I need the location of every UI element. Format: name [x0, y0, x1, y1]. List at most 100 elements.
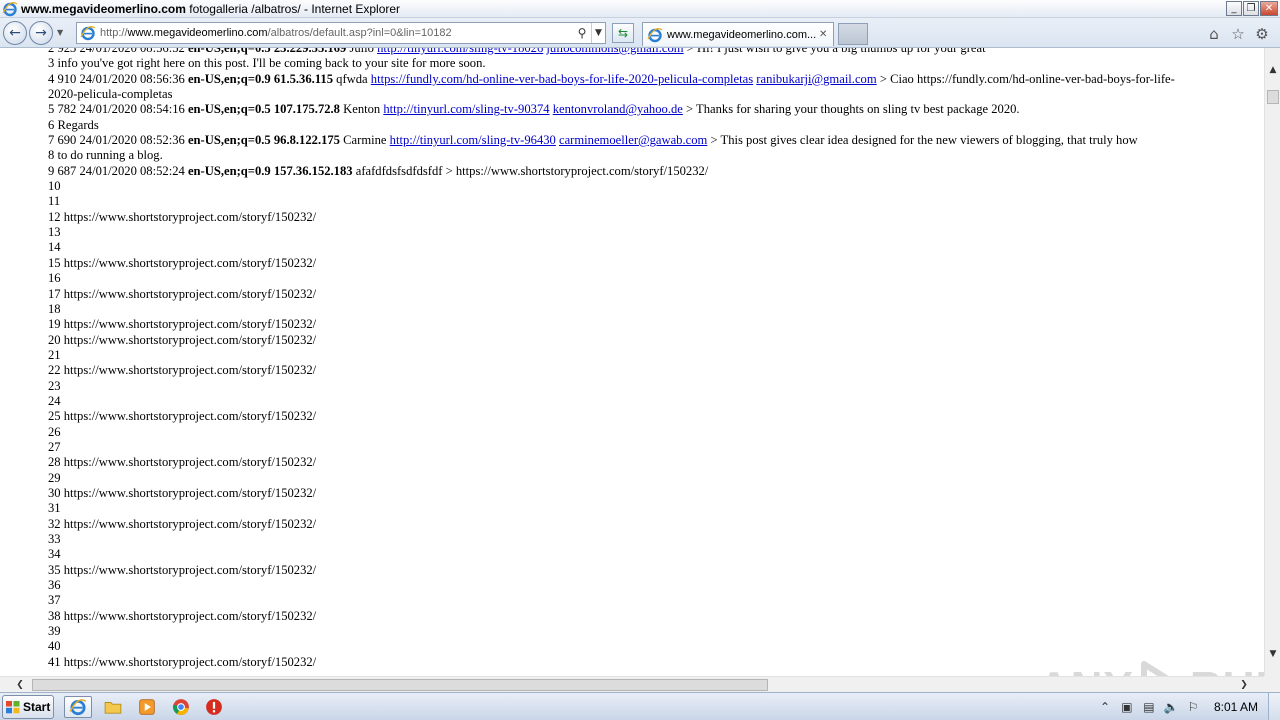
- clock[interactable]: 8:01 AM: [1214, 700, 1258, 714]
- forward-arrow-icon: →: [35, 25, 47, 41]
- scroll-right-icon[interactable]: ❯: [1236, 677, 1252, 693]
- line-number: 2: [48, 48, 55, 55]
- address-url[interactable]: http://www.megavideomerlino.com/albatros…: [100, 27, 573, 39]
- text-line: 8 to do running a blog.: [48, 148, 1248, 163]
- text-line: 2 923 24/01/2020 08:56:52 en-US,en;q=0.5…: [48, 48, 1248, 56]
- entry-text: https://www.shortstoryproject.com/storyf…: [63, 363, 317, 378]
- entry-text: https://www.shortstoryproject.com/storyf…: [63, 516, 317, 531]
- browser-tab[interactable]: www.megavideomerlino.com... ✕: [642, 22, 834, 46]
- entry-text: 2020-pelicula-completas: [48, 87, 173, 102]
- entry-author: qfwda: [336, 71, 368, 86]
- speaker-icon[interactable]: 🔈: [1160, 697, 1182, 717]
- minimize-button[interactable]: _: [1226, 1, 1242, 16]
- refresh-icon: ⇆: [617, 26, 629, 40]
- text-line: 33: [48, 532, 1248, 547]
- taskbar-internet-explorer[interactable]: [64, 696, 92, 718]
- horizontal-scrollbar[interactable]: ❮ ❯: [0, 676, 1264, 692]
- entry-link[interactable]: https://fundly.com/hd-online-ver-bad-boy…: [371, 72, 753, 86]
- line-number: 27: [48, 439, 61, 454]
- line-number: 38: [48, 608, 61, 623]
- entry-link[interactable]: http://tinyurl.com/sling-tv-18026: [377, 48, 543, 55]
- windows-logo-icon: [6, 701, 20, 714]
- start-button[interactable]: Start: [2, 695, 54, 719]
- entry-text: https://www.shortstoryproject.com/storyf…: [63, 209, 317, 224]
- line-number: 10: [48, 179, 61, 194]
- text-line: 4 910 24/01/2020 08:56:36 en-US,en;q=0.9…: [48, 72, 1248, 87]
- text-line: 37: [48, 593, 1248, 608]
- vertical-scrollbar[interactable]: ▲ ▼: [1264, 48, 1280, 676]
- taskbar-explorer[interactable]: [99, 696, 127, 718]
- refresh-button[interactable]: ⇆: [612, 23, 634, 43]
- entry-text: > Thanks for sharing your thoughts on sl…: [686, 102, 1020, 117]
- line-number: 6: [48, 117, 55, 132]
- line-number: 36: [48, 578, 61, 593]
- vertical-scroll-thumb[interactable]: [1267, 90, 1279, 104]
- forward-button[interactable]: →: [29, 21, 53, 45]
- entry-language: en-US,en;q=0.5: [187, 133, 271, 148]
- text-line: 27: [48, 440, 1248, 455]
- line-number: 19: [48, 317, 61, 332]
- entry-datetime: 687 24/01/2020 08:52:24: [57, 163, 185, 178]
- entry-text: info you've got right here on this post.…: [57, 56, 486, 71]
- close-button[interactable]: ✕: [1260, 1, 1278, 16]
- text-line: 22 https://www.shortstoryproject.com/sto…: [48, 363, 1248, 378]
- line-number: 20: [48, 332, 61, 347]
- line-number: 31: [48, 501, 61, 516]
- back-button[interactable]: ←: [3, 21, 27, 45]
- scroll-down-icon[interactable]: ▼: [1265, 646, 1280, 662]
- scroll-up-icon[interactable]: ▲: [1265, 62, 1280, 78]
- line-number: 17: [48, 286, 61, 301]
- entry-email[interactable]: juliocommons@gmail.com: [546, 48, 683, 55]
- text-line: 19 https://www.shortstoryproject.com/sto…: [48, 317, 1248, 332]
- monitor-icon[interactable]: ▤: [1138, 697, 1160, 717]
- star-icon[interactable]: ☆: [1229, 25, 1247, 43]
- address-dropdown-icon[interactable]: ▼: [591, 23, 605, 43]
- media-player-icon: [139, 699, 155, 715]
- line-number: 13: [48, 225, 61, 240]
- line-number: 21: [48, 347, 61, 362]
- internet-explorer-icon: [69, 699, 87, 716]
- show-desktop-button[interactable]: [1268, 693, 1280, 720]
- text-line: 32 https://www.shortstoryproject.com/sto…: [48, 517, 1248, 532]
- taskbar-media-player[interactable]: [133, 696, 161, 718]
- chrome-icon: [172, 699, 189, 715]
- recent-pages-dropdown[interactable]: ▼: [57, 28, 63, 37]
- entry-text: https://www.shortstoryproject.com/storyf…: [63, 485, 317, 500]
- action-center-flag-icon[interactable]: ⚐: [1182, 697, 1204, 717]
- entry-link[interactable]: http://tinyurl.com/sling-tv-90374: [383, 102, 549, 116]
- entry-text: https://www.shortstoryproject.com/storyf…: [63, 562, 317, 577]
- entry-link[interactable]: http://tinyurl.com/sling-tv-96430: [390, 133, 556, 147]
- entry-email[interactable]: kentonvroland@yahoo.de: [553, 102, 683, 116]
- line-number: 3: [48, 56, 55, 71]
- text-line: 31: [48, 501, 1248, 516]
- entry-email[interactable]: carminemoeller@gawab.com: [559, 133, 707, 147]
- back-arrow-icon: ←: [9, 25, 21, 41]
- line-number: 12: [48, 209, 61, 224]
- entry-text: https://www.shortstoryproject.com/storyf…: [63, 286, 317, 301]
- play-icon: [1140, 661, 1169, 676]
- entry-text: https://www.shortstoryproject.com/storyf…: [63, 255, 317, 270]
- new-tab-button[interactable]: [838, 23, 868, 45]
- tab-title: www.megavideomerlino.com...: [667, 28, 817, 41]
- window-controls: _ ❐ ✕: [1226, 1, 1278, 16]
- entry-text: > This post gives clear idea designed fo…: [710, 133, 1138, 148]
- close-tab-icon[interactable]: ✕: [819, 29, 827, 40]
- entry-language: en-US,en;q=0.9: [187, 71, 271, 86]
- text-line: 24: [48, 394, 1248, 409]
- line-number: 15: [48, 255, 61, 270]
- gear-icon[interactable]: ⚙: [1253, 25, 1271, 43]
- text-line: 3 info you've got right here on this pos…: [48, 56, 1248, 71]
- scroll-left-icon[interactable]: ❮: [12, 677, 28, 693]
- search-icon[interactable]: ⚲: [573, 23, 591, 43]
- entry-text: https://www.shortstoryproject.com/storyf…: [63, 332, 317, 347]
- maximize-button[interactable]: ❐: [1243, 1, 1259, 16]
- taskbar-chrome[interactable]: [167, 696, 195, 718]
- taskbar-security-app[interactable]: [200, 696, 228, 718]
- network-icon[interactable]: ▣: [1116, 697, 1138, 717]
- address-bar[interactable]: http://www.megavideomerlino.com/albatros…: [76, 22, 606, 44]
- entry-email[interactable]: ranibukarji@gmail.com: [756, 72, 876, 86]
- show-hidden-icons-icon[interactable]: ⌃: [1094, 697, 1116, 717]
- horizontal-scroll-thumb[interactable]: [32, 679, 768, 691]
- home-icon[interactable]: ⌂: [1205, 25, 1223, 43]
- text-line: 6 Regards: [48, 118, 1248, 133]
